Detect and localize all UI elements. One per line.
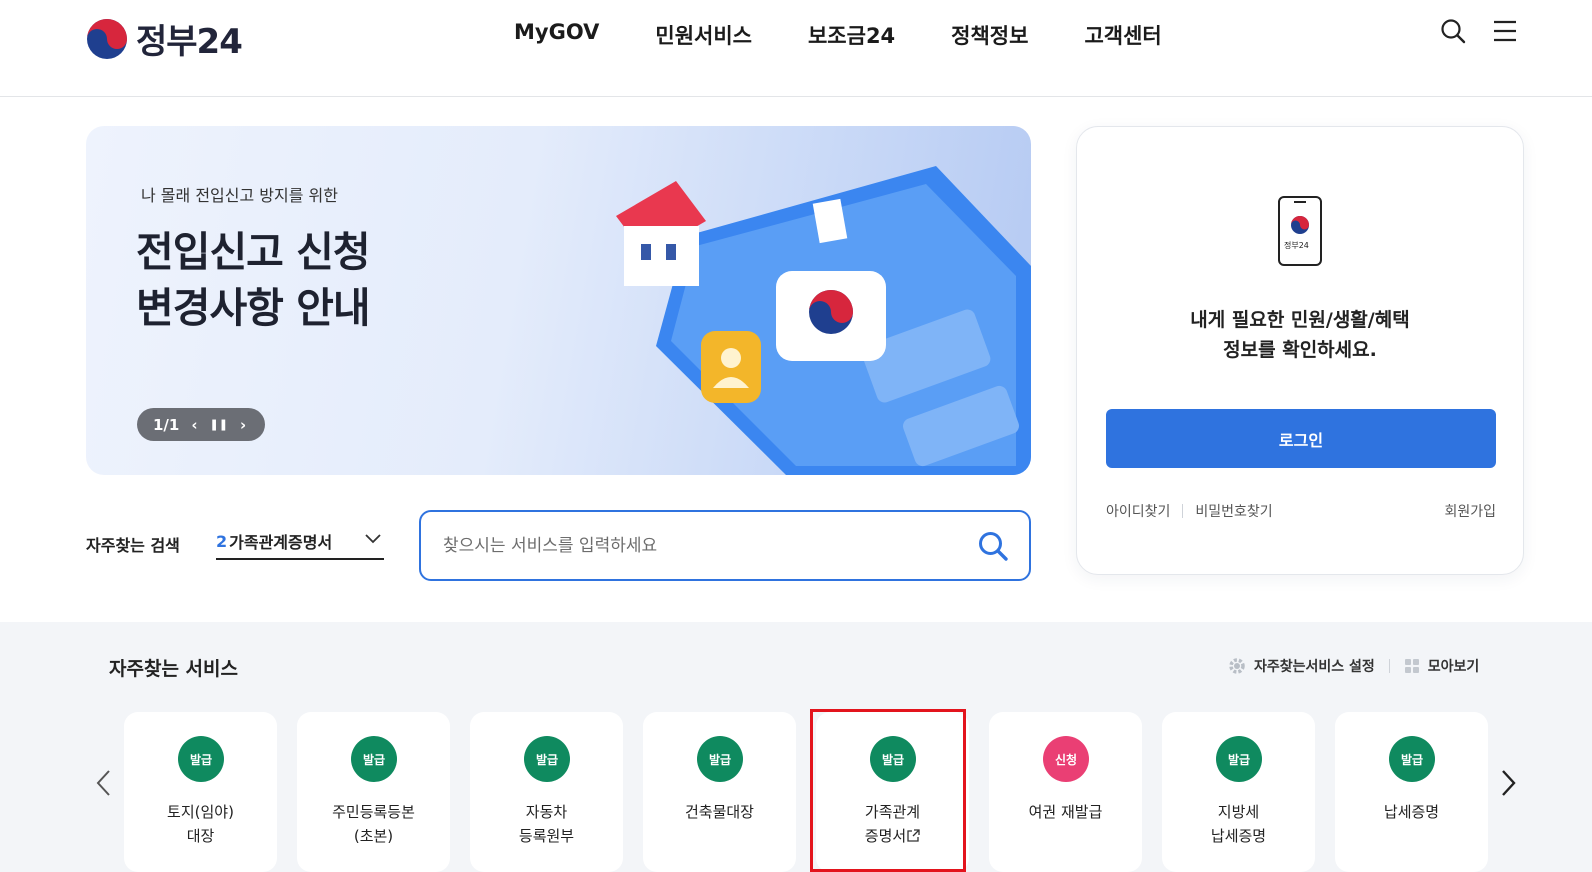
service-card-list: 발급 토지(임야) 대장 발급 주민등록등본 (초본) 발급 자동차 등록원부 발급 …: [124, 712, 1488, 872]
issue-badge: 발급: [351, 736, 397, 782]
login-message: 내게 필요한 민원/생활/혜택 정보를 확인하세요.: [1077, 305, 1523, 365]
external-link-icon: [907, 829, 920, 842]
search-box: [419, 510, 1031, 581]
grid-icon: [1404, 659, 1419, 673]
service-card-family-relation-certificate[interactable]: 발급 가족관계 증명서: [816, 712, 969, 872]
service-card-label: 납세증명: [1383, 803, 1440, 821]
mobile-app-label: 정부24: [1284, 241, 1309, 250]
banner-controls: 1/1 ‹ ❚❚ ›: [137, 408, 265, 441]
service-card-label: 가족관계 증명서: [864, 803, 921, 845]
site-logo[interactable]: 정부24: [86, 14, 243, 63]
login-message-line1: 내게 필요한 민원/생활/혜택: [1190, 309, 1410, 331]
nav-item-subsidy24[interactable]: 보조금24: [808, 20, 895, 50]
service-card-land-register[interactable]: 발급 토지(임야) 대장: [124, 712, 277, 872]
issue-badge: 발급: [178, 736, 224, 782]
nav-item-policy-info[interactable]: 정책정보: [951, 20, 1028, 50]
frequent-search-label: 자주찾는 검색: [86, 536, 180, 555]
banner-title: 전입신고 신청 변경사항 안내: [136, 224, 371, 336]
view-all-label: 모아보기: [1427, 659, 1480, 675]
service-card-resident-registration[interactable]: 발급 주민등록등본 (초본): [297, 712, 450, 872]
service-card-passport-reissue[interactable]: 신청 여권 재발급: [989, 712, 1142, 872]
search-icon[interactable]: [977, 530, 1009, 562]
login-links: 아이디찾기 비밀번호찾기 회원가입: [1106, 501, 1496, 521]
gear-icon: [1229, 658, 1245, 674]
logo-text: 정부24: [136, 22, 243, 62]
carousel-prev-icon[interactable]: [94, 768, 114, 798]
service-card-label: 토지(임야) 대장: [167, 803, 234, 845]
service-card-tax-payment-certificate[interactable]: 발급 납세증명: [1335, 712, 1488, 872]
frequent-services-section: 자주찾는 서비스 자주찾는서비스 설정 모아보기 발급 토지(임야) 대장 발급…: [0, 622, 1592, 872]
service-card-label: 자동차 등록원부: [518, 803, 575, 845]
header-actions: [1440, 18, 1518, 44]
nav-item-civil-service[interactable]: 민원서비스: [655, 20, 752, 50]
issue-badge: 발급: [870, 736, 916, 782]
banner-subtitle: 나 몰래 전입신고 방지를 위한: [141, 186, 338, 205]
chevron-left-icon[interactable]: ‹: [191, 416, 197, 434]
chevron-down-icon: [365, 534, 381, 544]
join-link[interactable]: 회원가입: [1444, 501, 1496, 521]
view-all-button[interactable]: 모아보기: [1404, 656, 1480, 676]
issue-badge: 발급: [1389, 736, 1435, 782]
issue-badge: 발급: [697, 736, 743, 782]
main-nav: MyGOV 민원서비스 보조금24 정책정보 고객센터: [514, 20, 1218, 50]
service-card-label: 건축물대장: [684, 803, 754, 821]
service-card-local-tax-certificate[interactable]: 발급 지방세 납세증명: [1162, 712, 1315, 872]
frequent-services-title: 자주찾는 서비스: [109, 658, 238, 680]
frequent-search: 자주찾는 검색 2 가족관계증명서: [86, 532, 384, 560]
nav-item-customer-center[interactable]: 고객센터: [1084, 20, 1161, 50]
services-settings-button[interactable]: 자주찾는서비스 설정: [1228, 656, 1375, 676]
banner-phone-illustration: [616, 166, 1031, 475]
taegeuk-logo-icon: [87, 18, 127, 59]
chevron-right-icon[interactable]: ›: [240, 416, 246, 434]
issue-badge: 발급: [1216, 736, 1262, 782]
site-header: 정부24 MyGOV 민원서비스 보조금24 정책정보 고객센터: [0, 0, 1592, 97]
main-banner[interactable]: 나 몰래 전입신고 방지를 위한 전입신고 신청 변경사항 안내 1/1 ‹ ❚…: [86, 126, 1031, 475]
service-card-vehicle-register[interactable]: 발급 자동차 등록원부: [470, 712, 623, 872]
services-settings-label: 자주찾는서비스 설정: [1254, 659, 1375, 675]
mobile-app-icon: 정부24: [1277, 195, 1323, 271]
frequent-search-rank: 2: [216, 531, 228, 551]
pause-icon[interactable]: ❚❚: [210, 418, 228, 431]
banner-title-line2: 변경사항 안내: [136, 284, 371, 332]
apply-badge: 신청: [1043, 736, 1089, 782]
nav-item-mygov[interactable]: MyGOV: [514, 20, 599, 50]
tools-divider: [1388, 659, 1390, 673]
services-tools: 자주찾는서비스 설정 모아보기: [1228, 656, 1479, 676]
carousel-next-icon[interactable]: [1498, 768, 1518, 798]
login-panel: 정부24 내게 필요한 민원/생활/혜택 정보를 확인하세요. 로그인 아이디찾…: [1076, 126, 1524, 575]
frequent-search-term: 가족관계증명서: [229, 533, 333, 552]
search-icon[interactable]: [1440, 18, 1466, 44]
login-button[interactable]: 로그인: [1106, 409, 1496, 468]
service-card-label: 여권 재발급: [1028, 803, 1103, 821]
link-divider: [1182, 504, 1184, 518]
find-password-link[interactable]: 비밀번호찾기: [1195, 501, 1272, 521]
login-message-line2: 정보를 확인하세요.: [1223, 339, 1377, 361]
issue-badge: 발급: [524, 736, 570, 782]
search-input[interactable]: [443, 532, 943, 560]
menu-icon[interactable]: [1492, 18, 1518, 44]
find-id-link[interactable]: 아이디찾기: [1106, 501, 1170, 521]
service-card-building-register[interactable]: 발급 건축물대장: [643, 712, 796, 872]
frequent-search-dropdown[interactable]: 2 가족관계증명서: [216, 524, 384, 560]
service-card-label: 지방세 납세증명: [1210, 803, 1267, 845]
service-card-label: 주민등록등본 (초본): [332, 803, 415, 845]
banner-pager: 1/1: [153, 415, 180, 434]
banner-title-line1: 전입신고 신청: [136, 228, 371, 276]
